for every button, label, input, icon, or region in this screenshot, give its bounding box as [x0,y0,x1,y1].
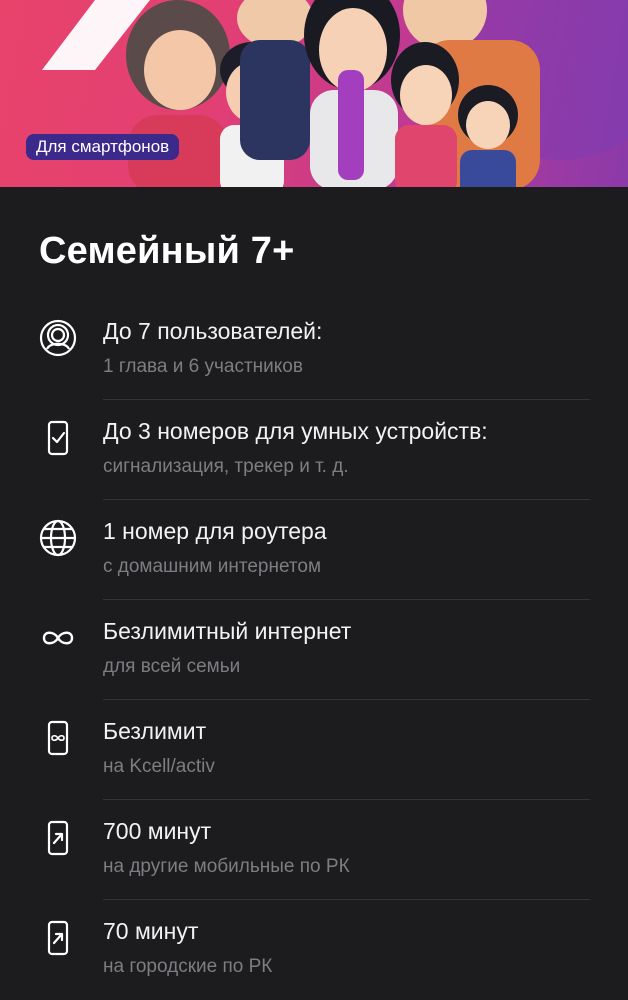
feature-subtitle: на городские по РК [103,956,273,977]
feature-title: 1 номер для роутера [103,518,327,544]
feature-subtitle: на другие мобильные по РК [103,856,350,877]
feature-item-landline-minutes: 70 минут на городские по РК [0,900,628,1000]
features-list: До 7 пользователей: 1 глава и 6 участник… [0,300,628,1000]
phone-infinity-icon [38,718,78,758]
feature-title: 70 минут [103,918,199,944]
phone-outgoing-icon [38,918,78,958]
feature-subtitle: 1 глава и 6 участников [103,356,303,377]
user-circle-icon [38,318,78,358]
smartphone-badge: Для смартфонов [26,134,180,160]
infinity-icon [38,618,78,658]
hero-banner: Для смартфонов [0,0,628,187]
feature-item-mobile-minutes: 700 минут на другие мобильные по РК [0,800,628,900]
globe-icon [38,518,78,558]
feature-subtitle: сигнализация, трекер и т. д. [103,456,349,477]
feature-title: 700 минут [103,818,212,844]
feature-item-unlimited-calls: Безлимит на Kcell/activ [0,700,628,800]
phone-outgoing-icon [38,818,78,858]
feature-title: Безлимитный интернет [103,618,352,644]
feature-title: Безлимит [103,718,207,744]
feature-item-smart-devices: До 3 номеров для умных устройств: сигнал… [0,400,628,500]
feature-item-users: До 7 пользователей: 1 глава и 6 участник… [0,300,628,400]
feature-title: До 7 пользователей: [103,318,323,344]
plan-title: Семейный 7+ [39,230,295,272]
device-check-icon [38,418,78,458]
feature-item-unlimited-internet: Безлимитный интернет для всей семьи [0,600,628,700]
feature-subtitle: на Kcell/activ [103,756,215,777]
feature-subtitle: с домашним интернетом [103,556,322,577]
feature-item-router: 1 номер для роутера с домашним интернето… [0,500,628,600]
feature-title: До 3 номеров для умных устройств: [103,418,488,444]
feature-subtitle: для всей семьи [103,656,241,677]
